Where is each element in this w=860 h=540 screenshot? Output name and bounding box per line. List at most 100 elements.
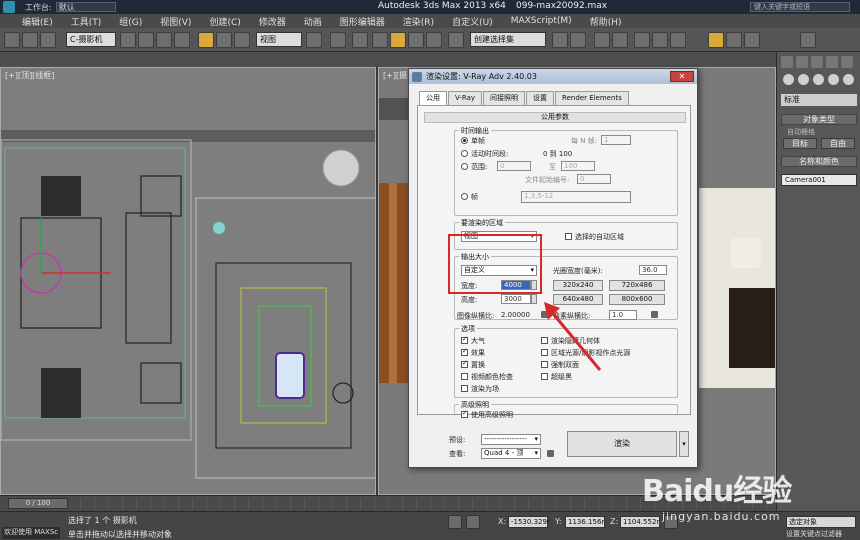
category-dropdown[interactable]: 标准 [781, 94, 857, 106]
preset-720x486-button[interactable]: 720x486 [609, 280, 665, 291]
common-params-rollout[interactable]: 公用参数 [424, 112, 686, 123]
search-input[interactable]: 键入关键字或短语 [750, 2, 850, 12]
menu-graph-editors[interactable]: 图形编辑器 [340, 15, 385, 28]
dialog-title-bar[interactable]: 渲染设置: V-Ray Adv 2.40.03 ✕ [409, 69, 697, 84]
every-n-field[interactable]: 1 [601, 135, 631, 145]
set-key-filters[interactable]: 设置关键点过滤器 [786, 529, 856, 540]
percent-snap-icon[interactable] [408, 32, 424, 48]
range-radio[interactable] [461, 163, 468, 170]
camera-filter-dropdown[interactable]: C-摄影机 [66, 32, 116, 47]
height-field[interactable]: 3000 [501, 294, 531, 304]
y-coord-field[interactable]: 1136.156r [565, 516, 605, 528]
menu-tools[interactable]: 工具(T) [71, 15, 102, 28]
frames-field[interactable]: 1,3,5-12 [521, 191, 631, 203]
free-camera-button[interactable]: 自由 [821, 138, 855, 149]
render-dropdown-arrow-icon[interactable]: ▾ [679, 431, 689, 457]
tab-vray[interactable]: V-Ray [448, 91, 483, 105]
workspace-dropdown[interactable]: 默认 [55, 2, 116, 12]
reference-coord-dropdown[interactable]: 视图 [256, 32, 302, 47]
menu-rendering[interactable]: 渲染(R) [403, 15, 434, 28]
shapes-icon[interactable] [798, 74, 809, 85]
named-selection-dropdown[interactable]: 创建选择集 [470, 32, 546, 47]
use-advanced-lighting-checkbox[interactable] [461, 409, 468, 418]
render-production-icon[interactable] [744, 32, 760, 48]
create-tab-icon[interactable] [781, 56, 793, 68]
display-tab-icon[interactable] [841, 56, 853, 68]
angle-snap-icon[interactable] [390, 32, 406, 48]
pivot-icon[interactable] [306, 32, 322, 48]
motion-tab-icon[interactable] [826, 56, 838, 68]
effects-checkbox[interactable] [461, 347, 468, 356]
curve-editor-icon[interactable] [634, 32, 650, 48]
aperture-field[interactable]: 36.0 [639, 265, 667, 275]
view-lock-icon[interactable] [547, 450, 554, 457]
frames-radio[interactable] [461, 193, 468, 200]
snap-3d-icon[interactable] [372, 32, 388, 48]
align-icon[interactable] [570, 32, 586, 48]
mirror-icon[interactable] [552, 32, 568, 48]
video-color-check-checkbox[interactable] [461, 373, 468, 380]
isolate-icon[interactable] [448, 515, 462, 529]
render-button[interactable]: 渲染 [567, 431, 677, 457]
keyboard-shortcut-icon[interactable] [352, 32, 368, 48]
helpers-icon[interactable] [843, 74, 854, 85]
name-color-rollout[interactable]: 名称和颜色 [781, 156, 857, 167]
selection-lock-icon[interactable] [466, 515, 480, 529]
maxscript-listener[interactable]: 欢迎使用 MAXSc [2, 527, 60, 539]
rendered-frame-window-icon[interactable] [726, 32, 742, 48]
tab-common[interactable]: 公用 [419, 91, 447, 105]
viewport-label-top[interactable]: [+][顶][线框] [5, 70, 54, 81]
layer-manager-icon[interactable] [594, 32, 610, 48]
file-start-field[interactable]: 0 [577, 174, 611, 184]
schematic-view-icon[interactable] [652, 32, 668, 48]
edit-named-sets-icon[interactable] [448, 32, 464, 48]
modify-tab-icon[interactable] [796, 56, 808, 68]
extra-toolbar-icon[interactable] [800, 32, 816, 48]
menu-group[interactable]: 组(G) [119, 15, 142, 28]
move-icon[interactable] [198, 32, 214, 48]
material-editor-icon[interactable] [670, 32, 686, 48]
view-dropdown[interactable]: Quad 4 - 顶 [481, 448, 541, 459]
menu-modifiers[interactable]: 修改器 [259, 15, 286, 28]
window-crossing-icon[interactable] [174, 32, 190, 48]
target-camera-button[interactable]: 目标 [783, 138, 817, 149]
render-fields-checkbox[interactable] [461, 385, 468, 392]
displacement-checkbox[interactable] [461, 359, 468, 368]
auto-grid-checkbox[interactable]: 自动栅格 [787, 127, 815, 137]
rotate-icon[interactable] [216, 32, 232, 48]
link-icon[interactable] [40, 32, 56, 48]
time-slider[interactable]: 0 / 100 [8, 498, 68, 509]
menu-help[interactable]: 帮助(H) [590, 15, 622, 28]
app-logo-icon[interactable] [3, 1, 15, 13]
lights-icon[interactable] [813, 74, 824, 85]
render-setup-icon[interactable] [708, 32, 724, 48]
height-spinner[interactable] [531, 294, 537, 304]
select-by-name-icon[interactable] [138, 32, 154, 48]
tab-indirect-illumination[interactable]: 间接照明 [483, 91, 526, 105]
rect-select-icon[interactable] [156, 32, 172, 48]
active-segment-radio[interactable] [461, 150, 468, 157]
preset-320x240-button[interactable]: 320x240 [553, 280, 603, 291]
range-to-field[interactable]: 100 [561, 161, 595, 171]
preset-800x600-button[interactable]: 800x600 [609, 294, 665, 305]
menu-view[interactable]: 视图(V) [160, 15, 191, 28]
menu-customize[interactable]: 自定义(U) [452, 15, 493, 28]
cameras-icon[interactable] [828, 74, 839, 85]
viewport-top[interactable]: [+][顶][线框] [0, 67, 376, 495]
scale-icon[interactable] [234, 32, 250, 48]
menu-edit[interactable]: 编辑(E) [22, 15, 53, 28]
manipulate-icon[interactable] [330, 32, 346, 48]
geometry-icon[interactable] [783, 74, 794, 85]
single-frame-radio[interactable] [461, 137, 468, 144]
redo-icon[interactable] [22, 32, 38, 48]
x-coord-field[interactable]: -1530.329r [508, 516, 550, 528]
atmospherics-checkbox[interactable] [461, 335, 468, 344]
graphite-tools-icon[interactable] [612, 32, 628, 48]
spinner-snap-icon[interactable] [426, 32, 442, 48]
menu-create[interactable]: 创建(C) [209, 15, 240, 28]
undo-icon[interactable] [4, 32, 20, 48]
close-icon[interactable]: ✕ [670, 71, 694, 82]
range-from-field[interactable]: 0 [497, 161, 531, 171]
hierarchy-tab-icon[interactable] [811, 56, 823, 68]
pixel-aspect-field[interactable]: 1.0 [609, 310, 637, 320]
